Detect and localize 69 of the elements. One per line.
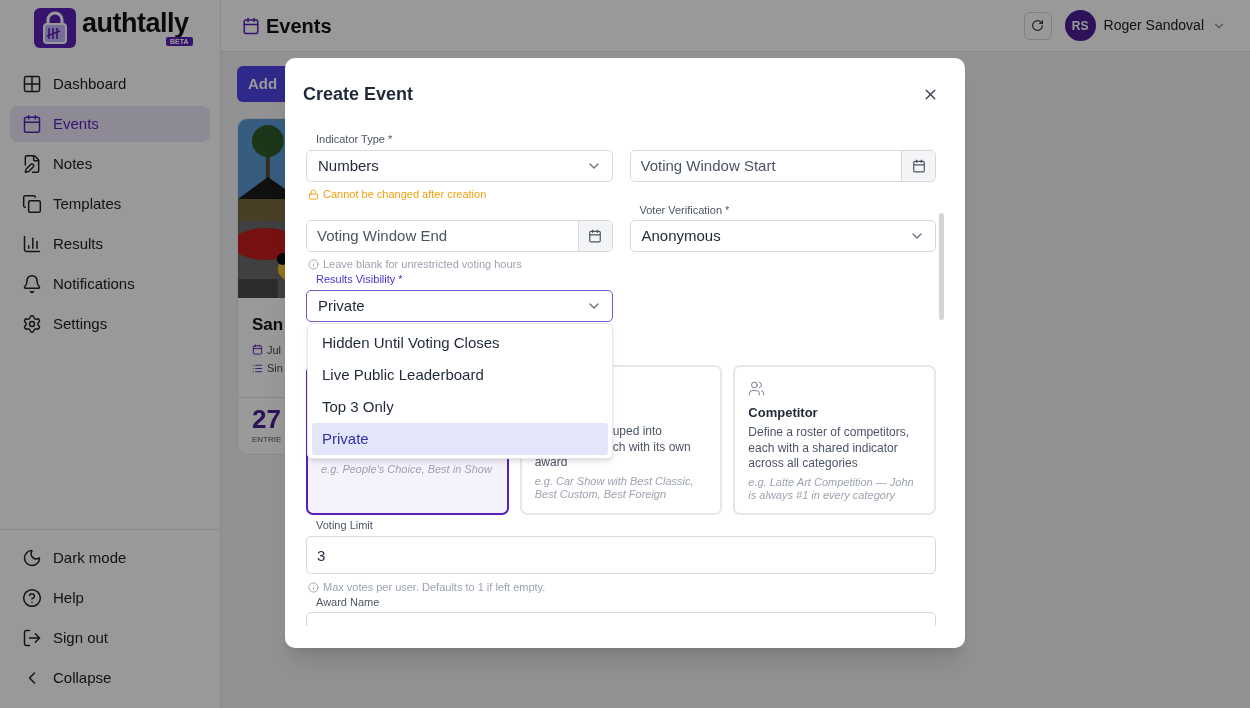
nav-item[interactable]: Notifications (10, 266, 210, 302)
field-label: Results Visibility * (315, 272, 404, 286)
brand-name: authtally (82, 7, 189, 40)
grid-icon (22, 74, 42, 94)
refresh-icon (1031, 19, 1045, 32)
mode-card[interactable]: Competitor Define a roster of competitors, each with a shared indicator across all categories e.g. Latte Art Competition — John is always #1 in every category (733, 365, 936, 515)
card-description: award (534, 455, 569, 471)
calendar-icon (22, 114, 42, 134)
calendar-icon[interactable] (588, 229, 602, 243)
copy-icon (22, 194, 42, 214)
nav-item[interactable]: Collapse (10, 658, 210, 698)
nav-item[interactable]: Events (10, 106, 210, 142)
list-icon (252, 362, 263, 374)
dialog-title: Create Event (303, 82, 414, 106)
card-example: e.g. Car Show with Best Classic, Best Custom, Best Foreign (534, 474, 695, 501)
sign-out-icon (22, 628, 42, 648)
lock-icon (308, 188, 319, 200)
event-type: Sin (267, 361, 283, 376)
note-icon (22, 154, 42, 174)
calendar-icon (252, 344, 263, 356)
select-field[interactable]: Numbers (306, 150, 613, 182)
help-icon (22, 588, 42, 608)
nav-item[interactable]: Dashboard (10, 66, 210, 102)
card-description: Define a roster of competitors, each with a shared indicator across all categories (748, 425, 911, 472)
settings-icon (22, 314, 42, 334)
bar-chart-icon (22, 234, 42, 254)
date-field[interactable]: Voting Window End (306, 220, 613, 252)
card-title: Competitor (748, 405, 819, 421)
dropdown-option[interactable]: Hidden Until Voting Closes (312, 327, 608, 359)
entries-label: ENTRIE (252, 433, 282, 446)
card-example: e.g. People's Choice, Best in Show (321, 463, 494, 476)
calendar-icon (242, 16, 260, 35)
select-field[interactable]: Anonymous (629, 220, 936, 252)
scrollbar[interactable] (939, 213, 944, 320)
nav-item[interactable]: Dark mode (10, 538, 210, 578)
dropdown-option[interactable]: Private (312, 423, 608, 455)
nav-item[interactable]: Notes (10, 146, 210, 182)
padlock-logo-icon (34, 8, 76, 48)
help-text: Leave blank for unrestricted voting hours (323, 257, 522, 271)
event-date: Jul (267, 342, 282, 358)
page-title: Events (266, 13, 332, 39)
avatar[interactable]: RS (1064, 10, 1096, 41)
field-label: Award Name (315, 595, 381, 609)
refresh-button[interactable] (1023, 11, 1052, 40)
card-example: e.g. Latte Art Competition — John is always #1 in every category (748, 475, 915, 502)
card-description: ch with its own (612, 439, 692, 455)
nav-item[interactable]: Help (10, 578, 210, 618)
voting-limit-field[interactable]: 3 (306, 536, 936, 574)
nav-item[interactable]: Templates (10, 186, 210, 222)
nav-item[interactable]: Sign out (10, 618, 210, 658)
event-title: San (252, 314, 284, 336)
select-field[interactable]: Private (306, 290, 613, 322)
date-field[interactable]: Voting Window Start (629, 150, 936, 182)
info-icon (308, 258, 319, 270)
warning-text: Cannot be changed after creation (323, 187, 487, 201)
entries-count: 27 (252, 403, 281, 434)
nav-item[interactable]: Results (10, 226, 210, 262)
info-icon (308, 581, 319, 593)
moon-icon (22, 548, 42, 568)
field-label: Voter Verification * (638, 203, 731, 217)
nav-item[interactable]: Settings (10, 306, 210, 342)
bell-icon (22, 274, 42, 294)
help-text: Max votes per user. Defaults to 1 if left empty. (323, 580, 546, 594)
card-description: uped into (612, 424, 664, 440)
calendar-icon[interactable] (911, 159, 926, 173)
field-label: Voting Limit (315, 518, 374, 532)
user-name[interactable]: Roger Sandoval (1103, 15, 1204, 36)
users-icon (748, 380, 766, 397)
field-label: Indicator Type * (315, 132, 394, 146)
